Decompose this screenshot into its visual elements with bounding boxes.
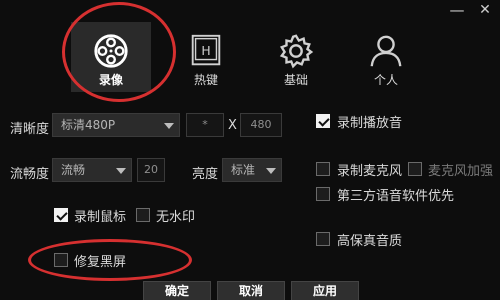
times-sign: X [228,118,237,133]
height-input[interactable]: 480 [240,113,282,137]
no-watermark-checkbox[interactable] [136,208,150,222]
hq-audio-checkbox[interactable] [316,232,330,246]
mic-boost-label: 麦克风加强 [428,164,494,179]
fluency-label: 流畅度 [10,167,50,182]
gear-icon [279,34,314,69]
record-playback-label: 录制播放音 [337,116,403,131]
third-party-voice-label: 第三方语音软件优先 [337,189,455,204]
record-playback-checkbox[interactable] [316,114,330,128]
tab-hotkey[interactable]: H 热键 [166,22,246,92]
width-input[interactable]: * [186,113,224,137]
minimize-button[interactable]: — [444,0,470,22]
record-mic-checkbox[interactable] [316,162,330,176]
close-button[interactable]: ✕ [472,0,498,22]
record-mic-label: 录制麦克风 [337,164,403,179]
tab-personal[interactable]: 个人 [346,22,426,92]
apply-button[interactable]: 应用 [291,281,359,300]
hq-audio-label: 高保真音质 [337,234,403,249]
brightness-value: 标准 [231,163,256,177]
tab-basic[interactable]: 基础 [256,22,336,92]
fluency-select[interactable]: 流畅 [52,158,132,182]
third-party-voice-checkbox[interactable] [316,187,330,201]
record-mouse-checkbox[interactable] [54,208,68,222]
tab-hotkey-label: 热键 [193,73,218,87]
mic-boost-checkbox[interactable] [408,162,422,176]
tab-personal-label: 个人 [373,73,398,87]
fix-black-screen-checkbox[interactable] [54,253,68,267]
chevron-down-icon [116,168,126,174]
record-mouse-label: 录制鼠标 [74,210,127,225]
tab-record[interactable]: 录像 [71,22,151,92]
fluency-value: 流畅 [61,163,86,177]
tab-record-label: 录像 [98,73,123,87]
user-icon [370,35,402,67]
chevron-down-icon [266,168,276,174]
brightness-select[interactable]: 标准 [222,158,282,182]
resolution-label: 清晰度 [10,122,50,137]
chevron-down-icon [164,123,174,129]
tab-basic-label: 基础 [283,73,308,87]
brightness-label: 亮度 [192,167,219,182]
resolution-value: 标清480P [61,118,116,132]
ok-button[interactable]: 确定 [143,281,211,300]
no-watermark-label: 无水印 [156,210,196,225]
cancel-button[interactable]: 取消 [217,281,285,300]
film-reel-icon [94,34,128,68]
resolution-select[interactable]: 标清480P [52,113,180,137]
fix-black-screen-label: 修复黑屏 [74,255,127,270]
hotkey-h-icon: H [191,34,221,66]
svg-text:H: H [201,44,210,58]
fps-input[interactable]: 20 [137,158,165,182]
